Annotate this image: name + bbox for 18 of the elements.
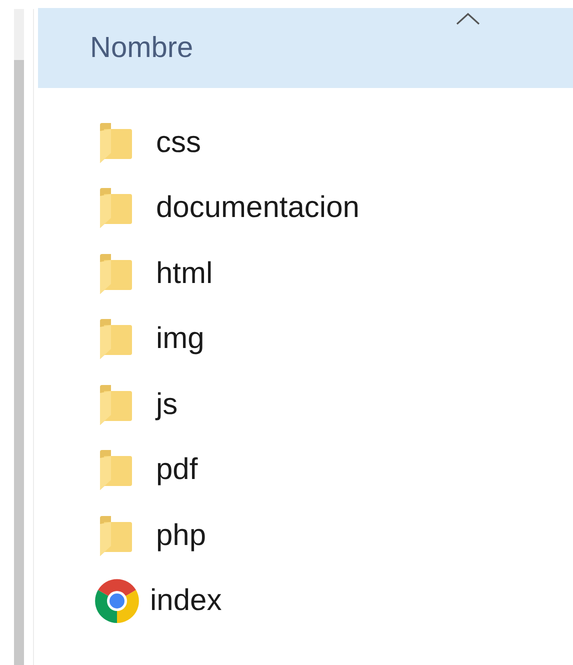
file-name[interactable]: html [156, 256, 213, 291]
file-name[interactable]: php [156, 518, 206, 553]
file-name[interactable]: img [156, 322, 204, 356]
folder-icon [100, 319, 132, 360]
folder-icon [100, 516, 132, 556]
folder-icon [100, 188, 132, 228]
file-name[interactable]: css [156, 126, 201, 160]
column-header[interactable]: Nombre [38, 8, 573, 88]
column-header-label: Nombre [90, 32, 194, 64]
folder-icon [100, 384, 132, 425]
folder-icon [100, 254, 132, 294]
folder-icon [100, 450, 132, 490]
file-name[interactable]: documentacion [156, 191, 360, 226]
file-name[interactable]: pdf [156, 453, 198, 488]
round-app-icon [94, 578, 140, 624]
file-name[interactable]: index [150, 584, 222, 618]
file-name[interactable]: js [156, 388, 178, 422]
folder-icon [100, 122, 132, 163]
